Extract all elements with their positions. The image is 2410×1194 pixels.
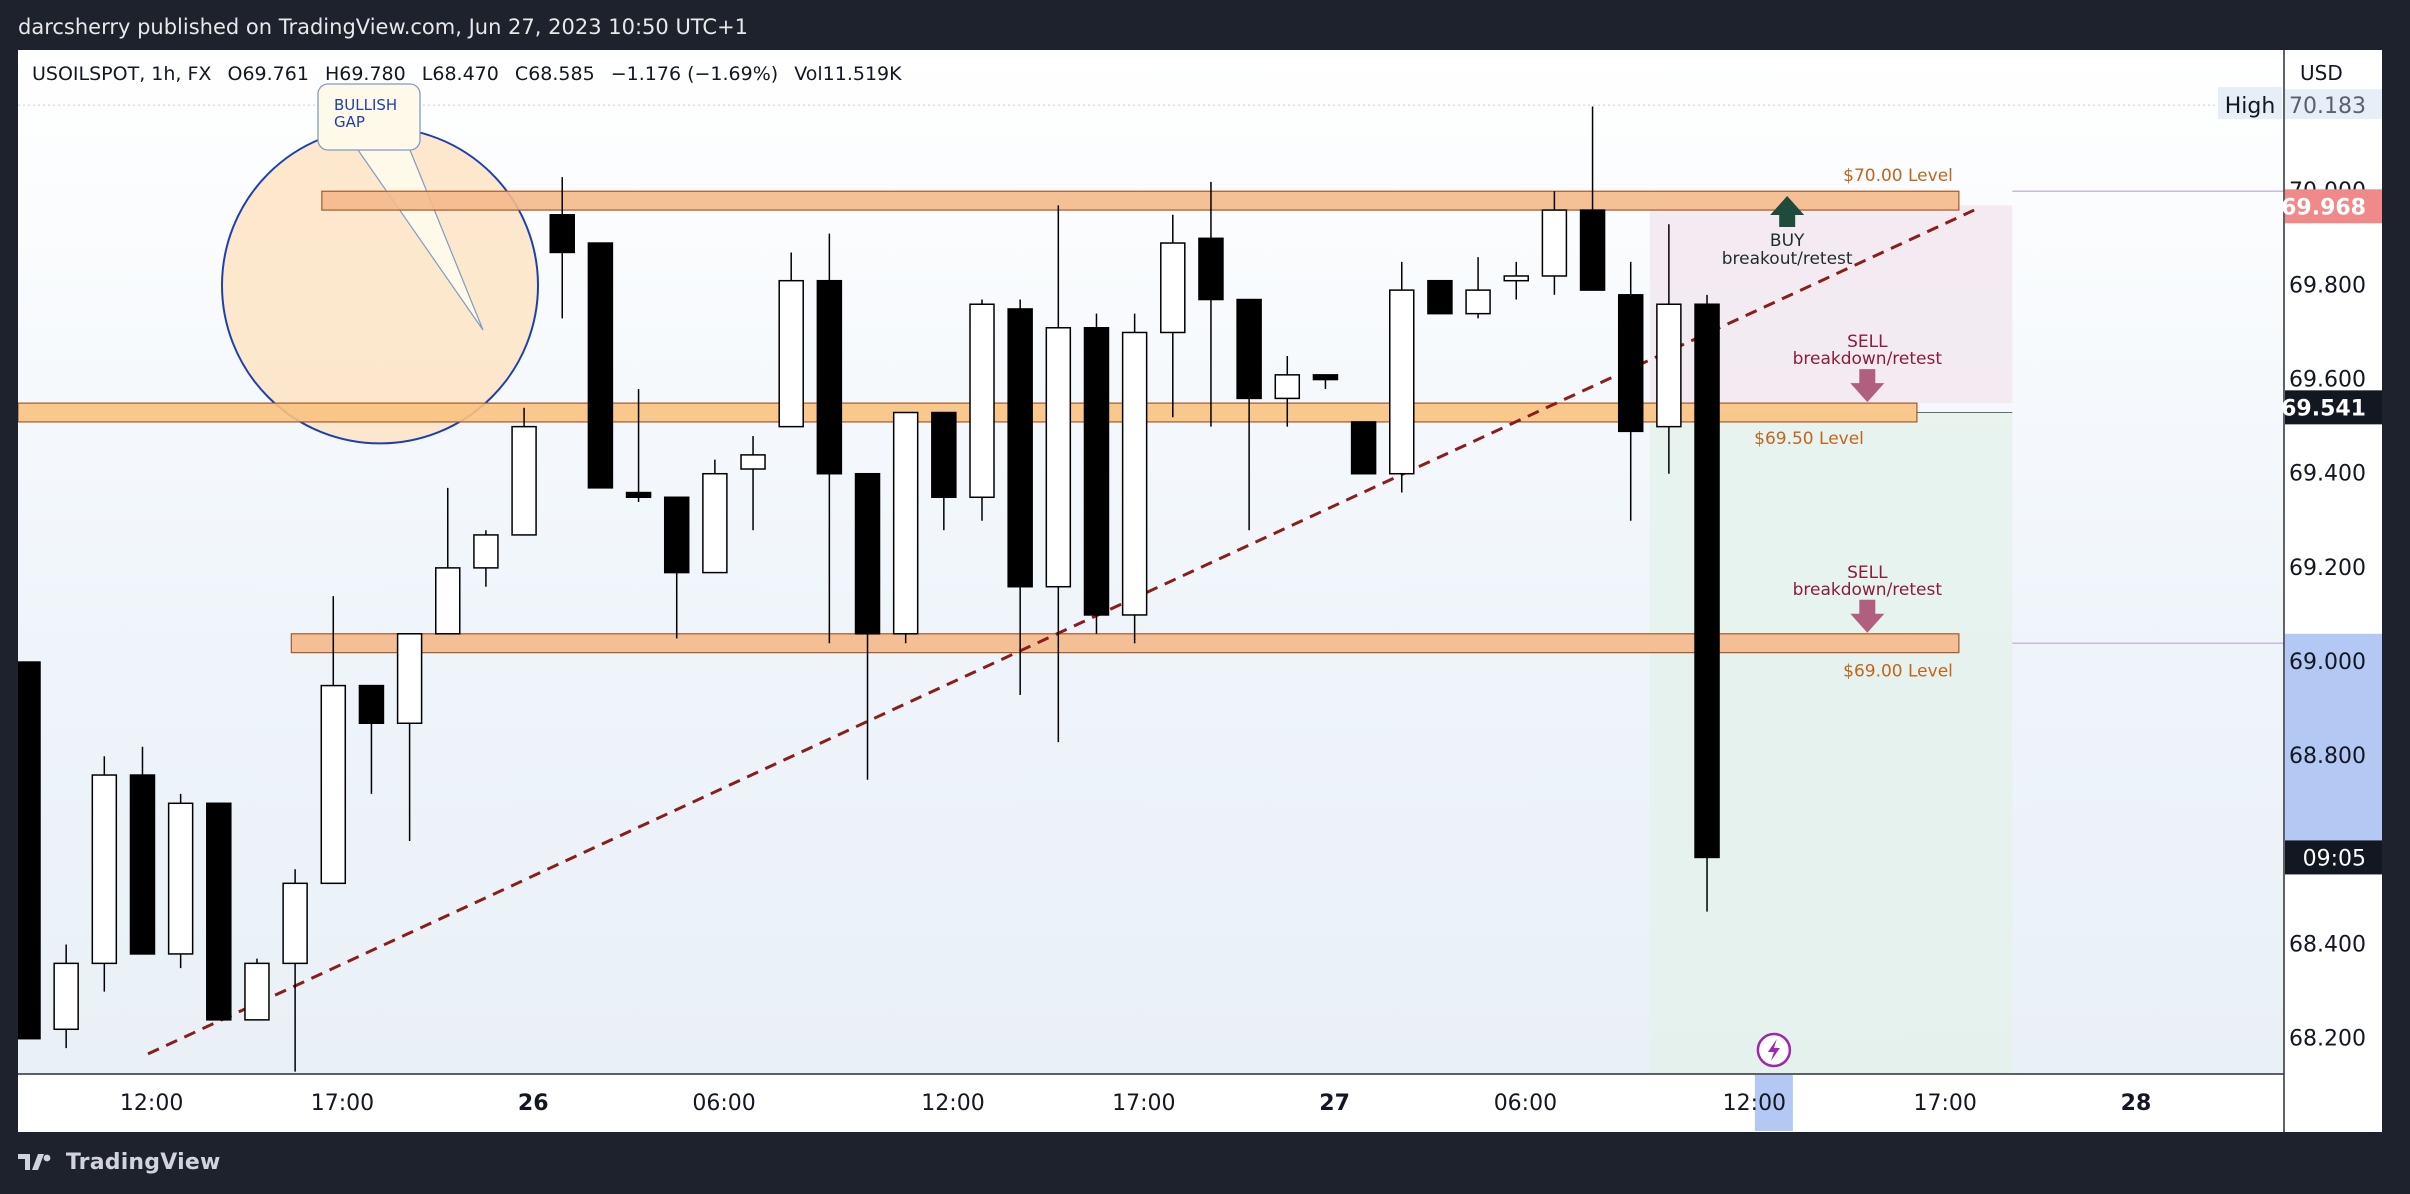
bullish-candle[interactable] — [53, 962, 79, 1031]
bullish-candle[interactable] — [244, 962, 270, 1021]
candlestick-chart[interactable]: BULLISHGAP $70.00 Level $69.50 Level $69.00… — [18, 50, 2382, 1132]
bullish-candle[interactable] — [892, 411, 919, 635]
legend-close: C68.585 — [514, 63, 595, 85]
bearish-candle[interactable] — [129, 774, 156, 955]
bullish-gap-label: BULLISH — [334, 96, 397, 114]
bearish-candle[interactable] — [1350, 421, 1377, 475]
bullish-candle[interactable] — [511, 425, 537, 536]
countdown-tag-label: 09:05 — [2303, 846, 2366, 871]
bullish-candle[interactable] — [1656, 303, 1682, 428]
high-label: High — [2225, 94, 2276, 119]
bearish-candle[interactable] — [1083, 327, 1110, 616]
zone-70-level[interactable] — [321, 190, 1960, 211]
bearish-candle[interactable] — [1236, 298, 1262, 400]
legend-high: H69.780 — [324, 63, 406, 85]
bearish-candle[interactable] — [1427, 279, 1453, 315]
bullish-candle[interactable] — [1465, 289, 1491, 315]
time-tick-label: 12:00 — [1723, 1091, 1786, 1116]
bullish-gap-label: GAP — [334, 113, 365, 131]
brand-name: TradingView — [65, 1150, 221, 1175]
price-tick-label: 69.400 — [2289, 462, 2366, 487]
bullish-candle[interactable] — [778, 279, 804, 428]
level-69-label: $69.00 Level — [1843, 662, 1953, 682]
bearish-candle[interactable] — [1579, 209, 1606, 291]
legend-change: −1.176 (−1.69%) — [610, 63, 779, 85]
legend-volume: Vol11.519K — [794, 63, 902, 85]
sell-sub-label-2: breakdown/retest — [1793, 580, 1943, 600]
bearish-candle[interactable] — [1198, 237, 1224, 301]
price-tick-label: 68.800 — [2289, 744, 2366, 769]
sell-sub-label-1: breakdown/retest — [1793, 349, 1943, 369]
price-tag-label: 69.968 — [2281, 195, 2366, 220]
tradingview-logo[interactable]: TradingView — [18, 1150, 220, 1175]
bullish-candle[interactable] — [320, 684, 347, 885]
bearish-candle[interactable] — [625, 491, 652, 499]
time-tick-label: 17:00 — [311, 1091, 374, 1116]
time-tick-label: 28 — [2121, 1091, 2152, 1116]
bullish-candle[interactable] — [435, 567, 461, 635]
footer-bar: TradingView — [0, 1132, 2410, 1194]
legend-low: L68.470 — [421, 63, 499, 85]
bearish-candle[interactable] — [1617, 294, 1644, 433]
time-tick-label: 17:00 — [1913, 1091, 1976, 1116]
price-tick-label: 69.800 — [2289, 273, 2366, 298]
level-tag-label: 69.541 — [2281, 396, 2366, 421]
time-tick-label: 26 — [518, 1091, 549, 1116]
bearish-candle[interactable] — [18, 661, 41, 1040]
published-line: darcsherry published on TradingView.com,… — [18, 15, 749, 39]
bearish-candle[interactable] — [206, 802, 232, 1021]
chart-frame[interactable]: BULLISH GAP $70.00 Level $69.50 Level $69.00… — [18, 50, 2382, 1132]
price-tick-label: 69.200 — [2289, 556, 2366, 581]
bullish-candle[interactable] — [1541, 209, 1568, 277]
bearish-candle[interactable] — [358, 684, 385, 725]
bullish-candle[interactable] — [1274, 374, 1301, 400]
bullish-candle[interactable] — [1045, 327, 1072, 588]
bullish-candle[interactable] — [396, 633, 423, 725]
bearish-candle[interactable] — [1694, 303, 1720, 859]
price-tick-label: 69.000 — [2289, 650, 2366, 675]
bullish-candle[interactable] — [91, 774, 118, 965]
bullish-candle[interactable] — [167, 802, 194, 955]
bullish-candle[interactable] — [740, 454, 766, 470]
published-header: darcsherry published on TradingView.com,… — [0, 0, 2410, 50]
time-tick-label: 12:00 — [120, 1091, 183, 1116]
bullish-candle[interactable] — [1389, 289, 1415, 475]
bullish-candle[interactable] — [473, 534, 499, 569]
bearish-candle[interactable] — [816, 279, 843, 475]
bearish-candle[interactable] — [1007, 308, 1033, 588]
time-tick-label: 27 — [1319, 1091, 1350, 1116]
high-value-tag: 70.183 — [2289, 94, 2366, 119]
time-tick-label: 06:00 — [1494, 1091, 1557, 1116]
bullish-candle[interactable] — [702, 472, 728, 574]
level-70-label: $70.00 Level — [1843, 166, 1953, 186]
currency-label: USD — [2300, 61, 2343, 85]
legend-symbol: USOILSPOT, 1h, FX — [32, 63, 212, 85]
bullish-candle[interactable] — [969, 303, 995, 499]
symbol-legend: USOILSPOT, 1h, FX O69.761 H69.780 L68.47… — [32, 63, 912, 85]
bullish-candle[interactable] — [1503, 275, 1529, 282]
bullish-candle[interactable] — [282, 882, 308, 965]
bearish-candle[interactable] — [931, 411, 957, 499]
bearish-candle[interactable] — [587, 242, 614, 489]
level-6950-label: $69.50 Level — [1754, 429, 1864, 449]
bearish-candle[interactable] — [549, 214, 575, 254]
price-tick-label: 69.600 — [2289, 368, 2366, 393]
price-tick-label: 68.400 — [2289, 933, 2366, 958]
tradingview-logo-icon — [18, 1154, 51, 1170]
price-tick-label: 68.200 — [2289, 1027, 2366, 1052]
legend-open: O69.761 — [227, 63, 309, 85]
buy-label: BUY — [1770, 231, 1805, 251]
bearish-candle[interactable] — [1312, 374, 1339, 381]
time-tick-label: 06:00 — [692, 1091, 755, 1116]
bullish-candle[interactable] — [1160, 242, 1186, 334]
bullish-candle[interactable] — [1121, 331, 1148, 616]
buy-sub-label: breakout/retest — [1722, 249, 1853, 269]
time-tick-label: 12:00 — [921, 1091, 984, 1116]
time-tick-label: 17:00 — [1112, 1091, 1175, 1116]
bearish-candle[interactable] — [854, 472, 881, 635]
bearish-candle[interactable] — [663, 496, 690, 574]
